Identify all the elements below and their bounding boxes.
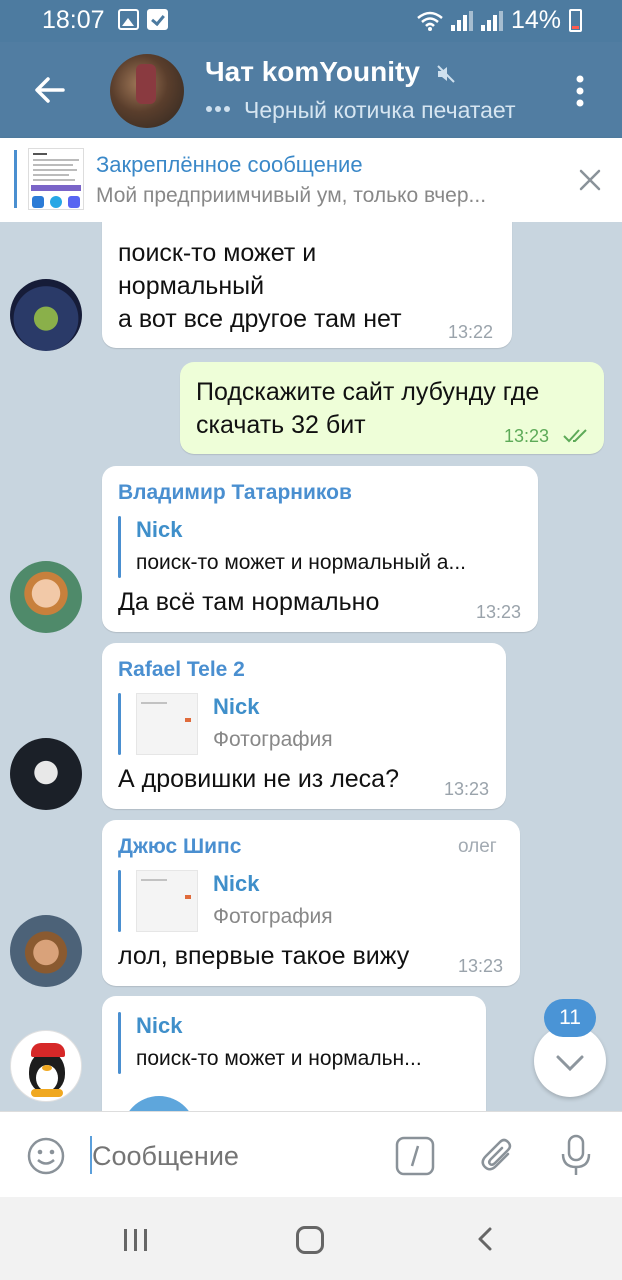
message-bubble[interactable]: Владимир Татарников Nick поиск-то может … (102, 466, 538, 632)
read-checkmarks-icon (563, 429, 587, 443)
message-bubble[interactable]: Nick поиск-то может и нормальн... (102, 996, 486, 1111)
microphone-icon[interactable] (558, 1134, 594, 1178)
reply-author: Nick (136, 1013, 183, 1038)
emoji-icon[interactable] (26, 1136, 66, 1176)
wifi-icon (417, 11, 443, 31)
message-text: Да всё там нормально (118, 588, 380, 616)
pinned-thumbnail (28, 148, 84, 210)
back-icon[interactable] (472, 1225, 500, 1253)
message-text: лол, впервые такое вижу (118, 942, 410, 970)
home-icon[interactable] (296, 1226, 324, 1254)
message-bubble[interactable]: Rafael Tele 2 Nick Фотография А дровишки… (102, 643, 506, 809)
avatar[interactable] (10, 1030, 82, 1102)
message-list[interactable]: поиск-то может и нормальный а вот все др… (0, 222, 622, 1111)
pinned-accent-bar (14, 150, 17, 208)
reply-author: Nick (213, 871, 260, 896)
sender-name[interactable]: Rafael Tele 2 (118, 658, 245, 682)
avatar[interactable] (10, 915, 82, 987)
reply-author: Nick (213, 694, 260, 719)
message-text: нормальный (118, 272, 265, 300)
reply-preview: Фотография (213, 728, 333, 751)
reply-author: Nick (136, 517, 183, 542)
typing-status: Черный котичка печатает (244, 97, 516, 123)
chat-avatar[interactable] (110, 54, 184, 128)
reply-photo-thumbnail (136, 870, 198, 932)
pinned-preview: Мой предприимчивый ум, только вчер... (96, 184, 487, 207)
message-text: Подскажите сайт лубунду где (196, 378, 540, 406)
reply-accent-bar (118, 516, 121, 578)
reply-accent-bar (118, 1012, 121, 1074)
reply-photo-thumbnail (136, 693, 198, 755)
chat-title[interactable]: Чат komYounity (205, 56, 420, 88)
system-nav-bar (0, 1197, 622, 1280)
status-right: 14% (417, 6, 582, 35)
message-time: 13:22 (448, 322, 494, 342)
outgoing-message-bubble[interactable]: Подскажите сайт лубунду где скачать 32 б… (180, 362, 604, 454)
back-arrow-icon[interactable] (30, 70, 70, 110)
reply-accent-bar (118, 870, 121, 932)
avatar[interactable] (10, 561, 82, 633)
recent-apps-icon[interactable] (124, 1229, 147, 1251)
message-bubble[interactable]: Джюс Шипс олег Nick Фотография лол, впер… (102, 820, 520, 986)
message-input-bar (0, 1111, 622, 1197)
message-time: 13:23 (504, 426, 550, 446)
message-text: а вот все другое там нет (118, 305, 402, 333)
status-bar: 18:07 14% (0, 0, 622, 42)
gallery-notification-icon (118, 9, 139, 30)
reply-accent-bar (118, 693, 121, 755)
message-time: 13:23 (444, 779, 490, 799)
signal-icon (450, 10, 473, 31)
message-text: А дровишки не из леса? (118, 765, 399, 793)
reply-preview: Фотография (213, 905, 333, 928)
paperclip-icon[interactable] (478, 1136, 518, 1176)
message-text: скачать 32 бит (196, 411, 366, 439)
check-notification-icon (147, 9, 168, 30)
battery-icon (569, 9, 582, 32)
sender-name[interactable]: Джюс Шипс (118, 835, 241, 859)
more-options-icon[interactable] (570, 74, 590, 108)
reply-preview: поиск-то может и нормальный а... (136, 551, 466, 574)
reply-preview: поиск-то может и нормальн... (136, 1047, 422, 1070)
message-bubble[interactable]: поиск-то может и нормальный а вот все др… (102, 222, 512, 348)
typing-indicator-icon (206, 106, 230, 112)
sender-name[interactable]: Владимир Татарников (118, 481, 352, 505)
pinned-title: Закреплённое сообщение (96, 152, 363, 177)
avatar[interactable] (10, 279, 82, 351)
mute-icon (437, 65, 455, 83)
notification-icons (118, 9, 168, 30)
close-icon[interactable] (578, 168, 602, 192)
avatar[interactable] (10, 738, 82, 810)
chat-header: Чат komYounity Черный котичка печатает (0, 42, 622, 138)
message-input[interactable] (92, 1138, 372, 1174)
unread-count-badge[interactable]: 11 (544, 999, 596, 1037)
signal-2-icon (480, 10, 503, 31)
pinned-message[interactable]: Закреплённое сообщение Мой предприимчивы… (0, 138, 622, 222)
attachment-icon (122, 1096, 196, 1111)
member-tag: олег (458, 836, 497, 857)
message-text: поиск-то может и (118, 239, 317, 267)
bot-command-icon[interactable] (395, 1136, 435, 1176)
status-time: 18:07 (42, 6, 105, 34)
message-time: 13:23 (476, 602, 522, 622)
battery-percent: 14% (510, 6, 561, 34)
message-time: 13:23 (458, 956, 504, 976)
